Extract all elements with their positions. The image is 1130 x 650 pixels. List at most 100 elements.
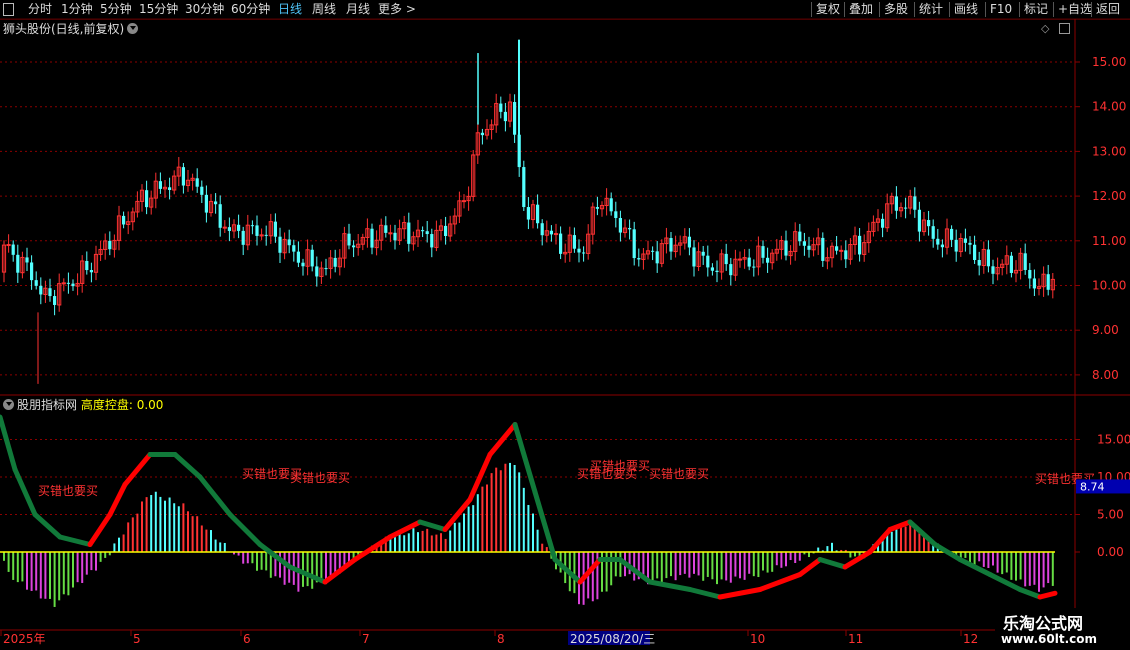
candle-body <box>430 234 434 248</box>
candle-body <box>195 178 199 187</box>
date-tick-label: 11 <box>848 632 863 646</box>
signal-label: 买错也要买 <box>38 484 98 498</box>
candle-body <box>241 230 245 245</box>
candle-body <box>553 233 559 236</box>
candle-body <box>218 204 222 228</box>
trend-band <box>387 519 423 540</box>
candle-body <box>1023 253 1027 270</box>
candle-body <box>89 270 93 273</box>
candle-body <box>936 238 940 245</box>
candle-body <box>582 252 586 254</box>
candle-body <box>480 132 484 136</box>
candle-body <box>499 103 503 112</box>
candle-body <box>526 207 530 220</box>
trend-band <box>122 452 153 487</box>
price-tick-label: 13.00 <box>1092 144 1126 158</box>
candle-body <box>227 227 231 231</box>
candle-body <box>821 237 825 261</box>
candle-body <box>30 262 34 281</box>
indicator-tick-label: 15.00 <box>1097 433 1130 447</box>
trend-band <box>757 572 803 592</box>
price-tick-label: 14.00 <box>1092 100 1126 114</box>
trend-band <box>907 519 938 547</box>
chart-canvas[interactable]: 买错也要买买错也要买买错也要买 买错也要买买错也要买买错也要买 买错也要买 15.0… <box>0 0 1130 650</box>
trend-band <box>797 557 823 577</box>
candle-body <box>917 209 921 232</box>
indicator-tick-label: 5.00 <box>1097 508 1124 522</box>
cursor-date-label: 2025/08/20/三 <box>570 632 655 646</box>
candle-body <box>522 167 526 208</box>
candle-body <box>393 232 397 241</box>
candle-body <box>536 204 540 224</box>
candle-body <box>1009 255 1013 273</box>
price-tick-label: 10.00 <box>1092 279 1126 293</box>
candle-body <box>108 240 112 250</box>
candle-body <box>761 246 765 258</box>
price-tick-label: 8.00 <box>1092 368 1119 382</box>
trend-band <box>687 587 723 600</box>
candle-body <box>559 233 563 254</box>
candle-body <box>250 225 254 227</box>
signal-label: 买错也要买 <box>290 471 350 485</box>
date-tick-label: 2025年 <box>3 632 46 646</box>
trend-band <box>552 557 583 585</box>
candle-body <box>595 207 599 209</box>
candle-body <box>577 248 581 253</box>
watermark-url: www.60lt.com <box>1001 632 1098 646</box>
candle-body <box>931 226 935 239</box>
candle-body <box>904 207 908 209</box>
candle-body <box>145 190 149 208</box>
candle-body <box>6 244 11 247</box>
candle-body <box>237 224 241 231</box>
candle-body <box>807 245 811 250</box>
candle-body <box>618 218 622 233</box>
candle-body <box>802 241 806 246</box>
candle-body <box>729 264 733 276</box>
candle-body <box>461 200 467 203</box>
candle-body <box>273 221 277 237</box>
candle-body <box>503 111 507 122</box>
candle-body <box>324 268 328 270</box>
trend-band <box>887 519 913 532</box>
candle-body <box>204 194 208 213</box>
price-tick-label: 11.00 <box>1092 234 1126 248</box>
current-value-label: 8.74 <box>1080 480 1105 493</box>
candle-body <box>85 261 89 271</box>
candle-body <box>301 262 305 267</box>
candle-body <box>34 280 38 286</box>
candle-body <box>963 238 967 243</box>
trend-band <box>227 512 263 547</box>
candle-body <box>737 258 743 261</box>
trend-band <box>1037 590 1058 600</box>
price-tick-label: 15.00 <box>1092 55 1126 69</box>
date-tick-label: 12 <box>963 632 978 646</box>
indicator-tick-label: 0.00 <box>1097 545 1124 559</box>
candle-body <box>637 258 641 260</box>
candle-body <box>701 251 705 256</box>
candle-body <box>1046 274 1050 290</box>
date-tick-label: 8 <box>497 632 505 646</box>
candle-body <box>747 257 751 267</box>
trend-band <box>352 534 393 562</box>
watermark-title: 乐淘公式网 <box>1003 614 1084 633</box>
candle-body <box>991 266 995 274</box>
candle-body <box>977 260 981 266</box>
candle-body <box>950 228 954 240</box>
candle-body <box>839 249 844 252</box>
signal-label: 买错也要买 <box>590 459 650 473</box>
candle-body <box>692 247 696 267</box>
candle-body <box>609 198 613 212</box>
candle-body <box>425 231 429 235</box>
signal-label: 买错也要买 <box>649 467 709 481</box>
candle-body <box>168 187 172 191</box>
date-tick-label: 6 <box>243 632 251 646</box>
candle-body <box>968 242 972 245</box>
trend-band <box>172 452 203 480</box>
candle-body <box>278 236 282 253</box>
candle-body <box>1032 278 1036 289</box>
candle-body <box>71 283 75 287</box>
trend-band <box>512 422 538 495</box>
date-tick-label: 10 <box>750 632 765 646</box>
candle-body <box>407 222 411 244</box>
candle-body <box>315 266 319 277</box>
